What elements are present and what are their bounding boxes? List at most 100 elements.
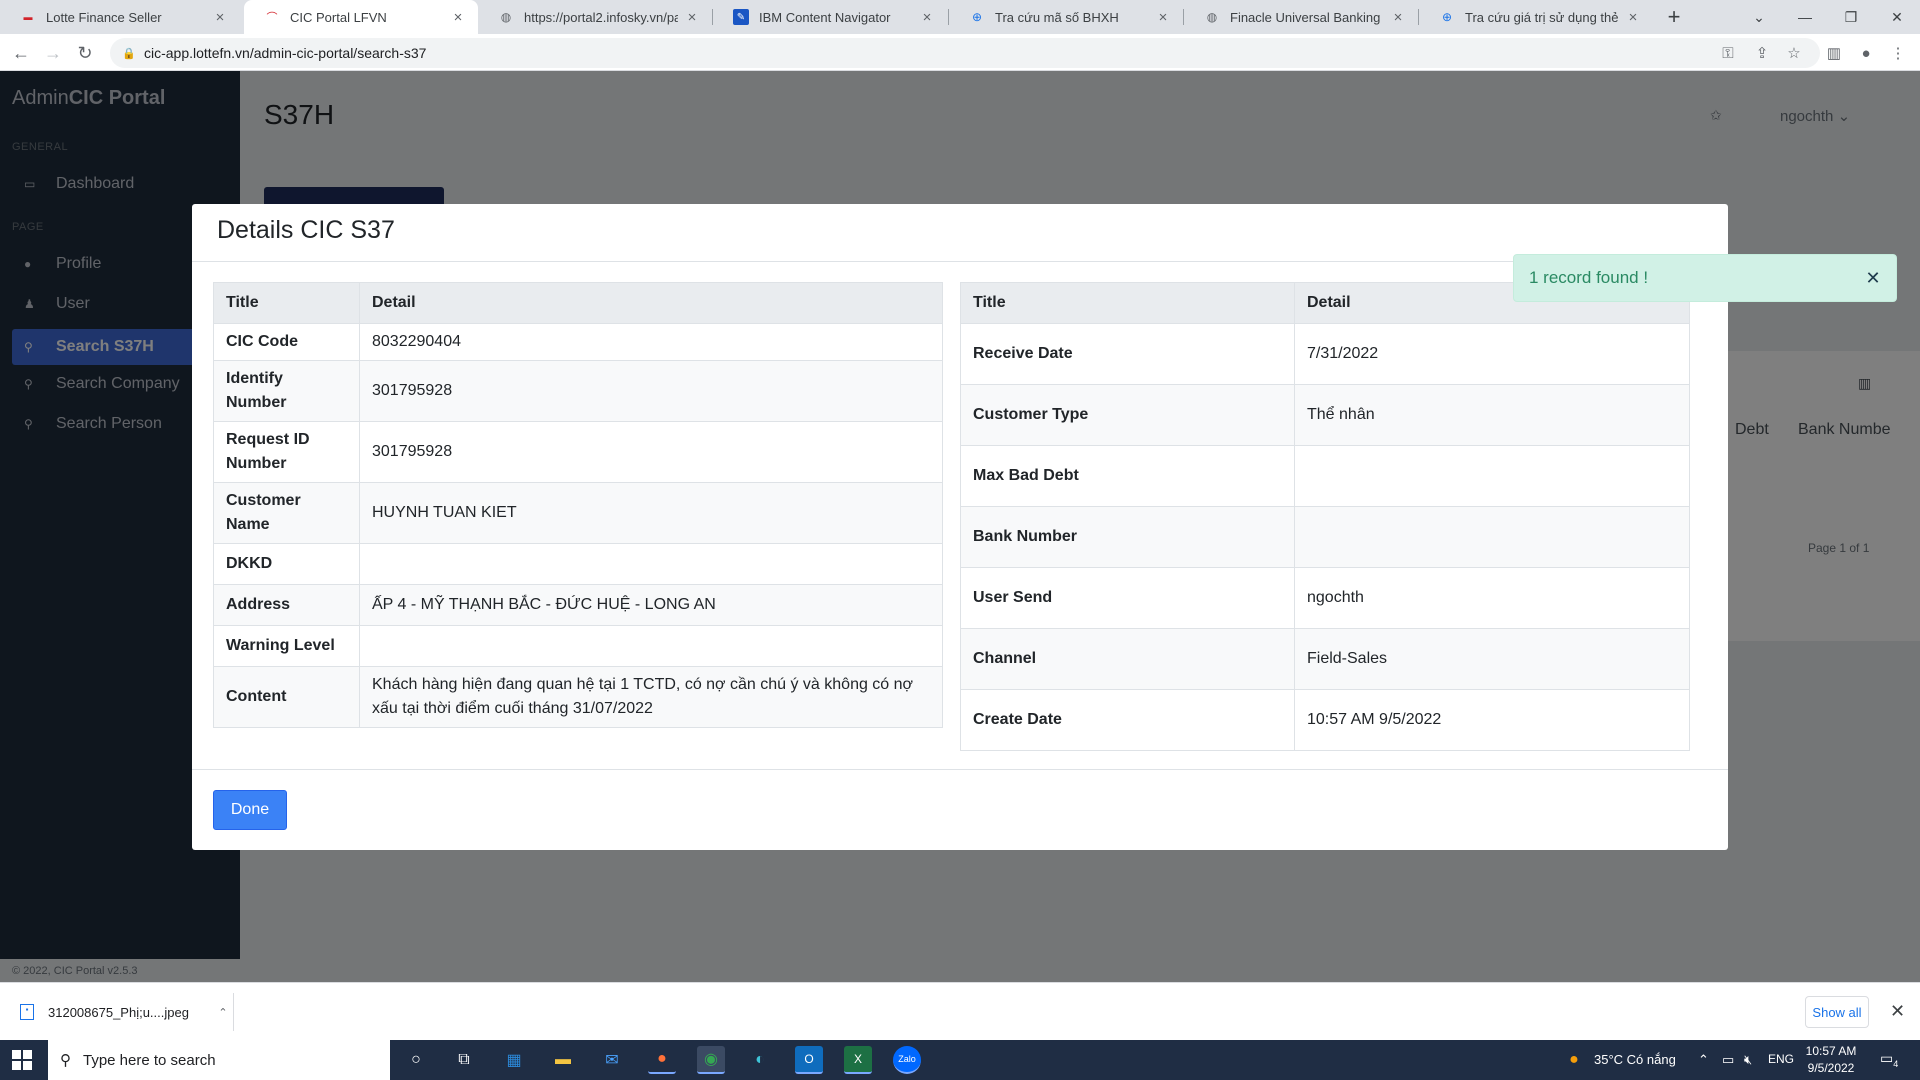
forward-button[interactable]: → [40, 40, 66, 66]
lock-icon: 🔒 [122, 48, 136, 60]
row-label: Bank Number [960, 506, 1295, 568]
row-value: Khách hàng hiện đang quan hệ tại 1 TCTD,… [359, 666, 943, 728]
column-header-detail: Detail [359, 282, 943, 324]
chevron-up-icon[interactable]: ⌃ [1698, 1052, 1709, 1068]
modal-title: Details CIC S37 [217, 216, 395, 244]
download-filename: 312008675_Phị;u....jpeg [48, 1004, 189, 1020]
tab-ibm-content-navigator[interactable]: ✎ IBM Content Navigator × [713, 0, 947, 34]
done-button[interactable]: Done [213, 790, 287, 830]
details-modal: Details CIC S37 Title Detail CIC Code 803… [192, 204, 1728, 850]
table-row: Max Bad Debt [960, 445, 1690, 507]
tab-tra-cuu-bhyt[interactable]: ⊕ Tra cứu giá trị sử dụng thẻ BHYT × [1419, 0, 1653, 34]
tab-infosky-portal[interactable]: ◍ https://portal2.infosky.vn/pages × [478, 0, 712, 34]
side-panel-icon[interactable]: ▥ [1822, 41, 1846, 65]
show-all-button[interactable]: Show all [1805, 996, 1869, 1028]
outlook-icon[interactable]: O [795, 1046, 823, 1074]
close-tab-icon[interactable]: × [450, 9, 466, 26]
cortana-icon[interactable]: ○ [402, 1046, 430, 1074]
row-value: 8032290404 [359, 323, 943, 361]
row-label: CIC Code [213, 323, 360, 361]
tab-title: Tra cứu giá trị sử dụng thẻ BHYT [1465, 9, 1619, 25]
restore-button[interactable]: ❐ [1828, 0, 1874, 34]
close-window-button[interactable]: ✕ [1874, 0, 1920, 34]
row-label: Max Bad Debt [960, 445, 1295, 507]
new-tab-button[interactable]: + [1661, 4, 1687, 30]
key-icon[interactable]: ⚿ [1716, 41, 1740, 65]
table-row: Channel Field-Sales [960, 628, 1690, 690]
network-icon[interactable]: ▭ [1722, 1052, 1734, 1068]
tab-search-icon[interactable]: ⌄ [1736, 0, 1782, 34]
tab-lotte-finance-seller[interactable]: ▬ Lotte Finance Seller × [0, 0, 240, 34]
tab-cic-portal[interactable]: ⌒ CIC Portal LFVN × [244, 0, 478, 34]
row-value [359, 543, 943, 585]
reload-button[interactable]: ↻ [72, 40, 98, 66]
row-value: 10:57 AM 9/5/2022 [1294, 689, 1690, 751]
back-button[interactable]: ← [8, 40, 34, 66]
minimize-button[interactable]: — [1782, 0, 1828, 34]
zalo-icon[interactable]: Zalo [893, 1046, 921, 1074]
row-value: HUYNH TUAN KIET [359, 482, 943, 544]
share-icon[interactable]: ⇪ [1750, 41, 1774, 65]
modal-body: Title Detail CIC Code 8032290404 Identify… [192, 262, 1728, 770]
close-tab-icon[interactable]: × [1155, 9, 1171, 26]
chrome-icon[interactable]: ◉ [697, 1046, 725, 1074]
lotte-logo-icon: ⌒ [266, 12, 278, 24]
edge-icon[interactable]: ◐ [746, 1046, 774, 1074]
tab-title: Lotte Finance Seller [46, 9, 162, 25]
tab-title: IBM Content Navigator [759, 9, 891, 25]
search-icon: ⚲ [60, 1052, 71, 1069]
clock[interactable]: 10:57 AM 9/5/2022 [1800, 1043, 1862, 1077]
menu-icon[interactable]: ⋮ [1886, 41, 1910, 65]
download-item[interactable]: ▪ 312008675_Phị;u....jpeg ⌃ [12, 993, 234, 1031]
browser-tab-strip: ▬ Lotte Finance Seller × ⌒ CIC Portal LF… [0, 0, 1920, 34]
table-row: Request ID Number 301795928 [213, 421, 943, 483]
table-row: Receive Date 7/31/2022 [960, 323, 1690, 385]
row-label: Customer Type [960, 384, 1295, 446]
table-header-row: Title Detail [213, 282, 943, 324]
toast-message: 1 record found ! [1529, 268, 1649, 287]
close-tab-icon[interactable]: × [684, 9, 700, 26]
windows-taskbar: ⚲ Type here to search ○ ⧉ ▦ ▬ ✉ ● ◉ ◐ O … [0, 1040, 1920, 1080]
weather-icon[interactable]: ● [1560, 1046, 1588, 1074]
row-label: Address [213, 584, 360, 626]
tab-title: https://portal2.infosky.vn/pages [524, 9, 678, 25]
page-viewport: AdminCIC Portal GENERAL ▭ Dashboard PAGE… [0, 71, 1920, 982]
search-placeholder: Type here to search [83, 1051, 216, 1069]
chevron-up-icon[interactable]: ⌃ [213, 1006, 233, 1019]
tab-finacle[interactable]: ◍ Finacle Universal Banking Soluti × [1184, 0, 1418, 34]
row-value [1294, 445, 1690, 507]
navigator-icon: ✎ [733, 9, 749, 25]
close-tab-icon[interactable]: × [1625, 9, 1641, 26]
excel-icon[interactable]: X [844, 1046, 872, 1074]
row-value [1294, 506, 1690, 568]
tab-title: Finacle Universal Banking Soluti [1230, 9, 1384, 25]
windows-start-icon[interactable] [12, 1050, 32, 1070]
tab-title: Tra cứu mã số BHXH [995, 9, 1119, 25]
store-icon[interactable]: ▦ [500, 1046, 528, 1074]
table-row: Content Khách hàng hiện đang quan hệ tại … [213, 666, 943, 728]
weather-text[interactable]: 35°C Có nắng [1594, 1052, 1676, 1067]
table-row: DKKD [213, 543, 943, 585]
close-tab-icon[interactable]: × [919, 9, 935, 26]
bookmark-star-icon[interactable]: ☆ [1782, 41, 1806, 65]
task-view-icon[interactable]: ⧉ [450, 1046, 478, 1074]
close-tab-icon[interactable]: × [1390, 9, 1406, 26]
close-icon[interactable]: ✕ [1865, 268, 1881, 289]
row-value: 301795928 [359, 421, 943, 483]
notification-icon[interactable]: ▭4 [1880, 1050, 1898, 1069]
file-explorer-icon[interactable]: ▬ [549, 1046, 577, 1074]
close-tab-icon[interactable]: × [212, 9, 228, 26]
table-row: Address ẤP 4 - MỸ THẠNH BẮC - ĐỨC HUỆ - L… [213, 584, 943, 626]
firefox-icon[interactable]: ● [648, 1046, 676, 1074]
address-bar[interactable]: 🔒 cic-app.lottefn.vn/admin-cic-portal/se… [110, 38, 1820, 68]
profile-icon[interactable]: ● [1854, 41, 1878, 65]
close-icon[interactable]: ✕ [1890, 1001, 1905, 1022]
url-text: cic-app.lottefn.vn/admin-cic-portal/sear… [144, 45, 427, 61]
language-indicator[interactable]: ENG [1768, 1052, 1794, 1066]
taskbar-search-input[interactable]: ⚲ Type here to search [48, 1040, 390, 1080]
volume-muted-icon[interactable]: 🔇︎ [1744, 1052, 1752, 1068]
mail-icon[interactable]: ✉ [598, 1046, 626, 1074]
image-file-icon: ▪ [20, 1004, 34, 1020]
tab-tra-cuu-bhxh[interactable]: ⊕ Tra cứu mã số BHXH × [949, 0, 1183, 34]
modal-footer: Done [192, 770, 1728, 850]
